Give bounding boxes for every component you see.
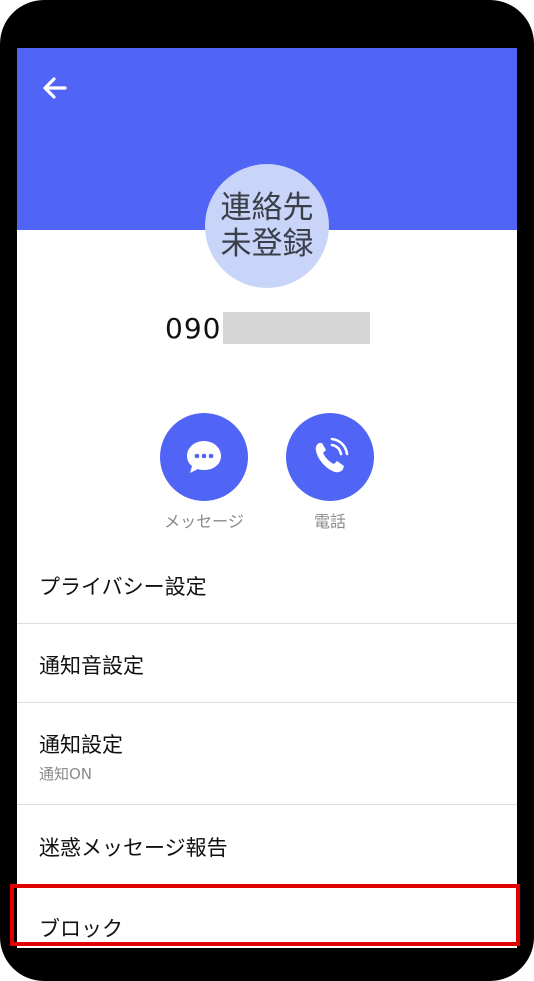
menu-item-notification-sound[interactable]: 通知音設定 <box>17 624 517 703</box>
menu-item-privacy[interactable]: プライバシー設定 <box>17 546 517 624</box>
menu-item-block[interactable]: ブロック <box>17 885 517 948</box>
menu-item-notification-settings[interactable]: 通知設定 通知ON <box>17 703 517 805</box>
settings-menu: プライバシー設定 通知音設定 通知設定 通知ON 迷惑メッセージ報告 ブロック <box>17 546 517 948</box>
phone-call-icon <box>315 437 349 473</box>
call-action: 電話 <box>280 413 380 532</box>
call-button[interactable] <box>286 413 374 501</box>
message-button[interactable] <box>160 413 248 501</box>
phone-frame: 連絡先 未登録 090 メッセージ 電話 プライバシー設定 通知音設定 通知設定… <box>0 0 534 981</box>
contact-detail-screen: 連絡先 未登録 090 メッセージ 電話 プライバシー設定 通知音設定 通知設定… <box>17 48 517 948</box>
redacted-number <box>223 312 371 344</box>
message-bubble-icon <box>187 441 221 473</box>
call-label: 電話 <box>313 512 346 531</box>
back-arrow-icon[interactable] <box>39 72 71 104</box>
menu-item-label: プライバシー設定 <box>39 575 207 599</box>
phone-number-prefix: 090 <box>165 311 222 345</box>
menu-item-spam-report[interactable]: 迷惑メッセージ報告 <box>17 805 517 885</box>
menu-item-sublabel: 通知ON <box>39 765 93 783</box>
message-action: メッセージ <box>154 413 254 532</box>
menu-item-label: ブロック <box>39 917 123 941</box>
message-label: メッセージ <box>164 512 244 531</box>
menu-item-label: 通知設定 <box>39 733 123 757</box>
menu-item-label: 通知音設定 <box>39 654 144 678</box>
menu-item-label: 迷惑メッセージ報告 <box>39 836 228 860</box>
phone-number: 090 <box>165 310 371 346</box>
avatar: 連絡先 未登録 <box>205 164 329 288</box>
